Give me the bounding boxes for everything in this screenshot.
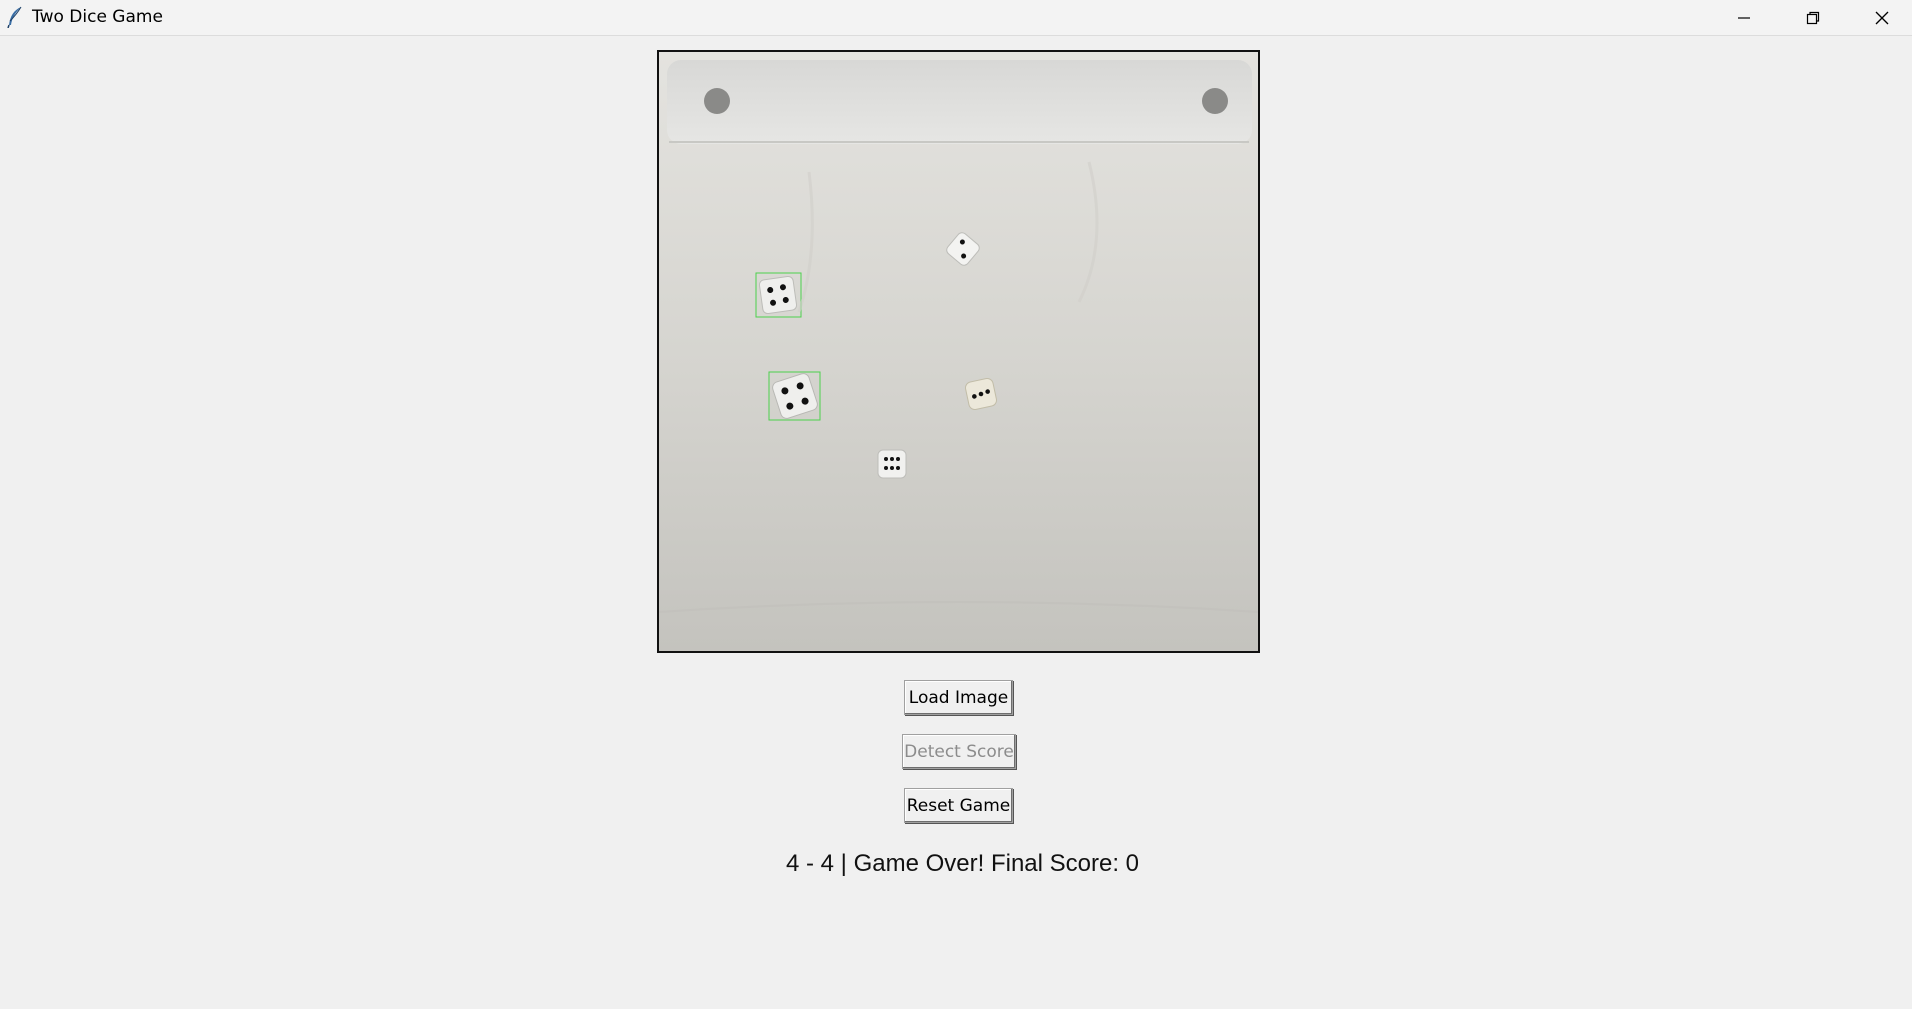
image-canvas bbox=[657, 50, 1260, 653]
die-three bbox=[965, 378, 997, 410]
detect-score-button[interactable]: Detect Score bbox=[902, 734, 1016, 769]
minimize-button[interactable] bbox=[1709, 0, 1778, 35]
screw-right bbox=[1202, 88, 1228, 114]
dice-photo bbox=[659, 52, 1258, 651]
die-six bbox=[877, 449, 907, 479]
score-status-label: 4 - 4 | Game Over! Final Score: 0 bbox=[785, 850, 1140, 877]
reset-game-button[interactable]: Reset Game bbox=[904, 788, 1013, 823]
window-title: Two Dice Game bbox=[32, 7, 163, 27]
tray-strip bbox=[667, 60, 1252, 144]
restore-icon bbox=[1806, 11, 1819, 24]
restore-button[interactable] bbox=[1778, 0, 1847, 35]
screw-left bbox=[704, 88, 730, 114]
load-image-button[interactable]: Load Image bbox=[904, 680, 1013, 715]
close-button[interactable] bbox=[1847, 0, 1912, 35]
minimize-icon bbox=[1737, 16, 1750, 19]
title-bar[interactable]: Two Dice Game bbox=[0, 0, 1912, 36]
close-icon bbox=[1875, 11, 1888, 24]
feather-icon bbox=[6, 6, 24, 29]
